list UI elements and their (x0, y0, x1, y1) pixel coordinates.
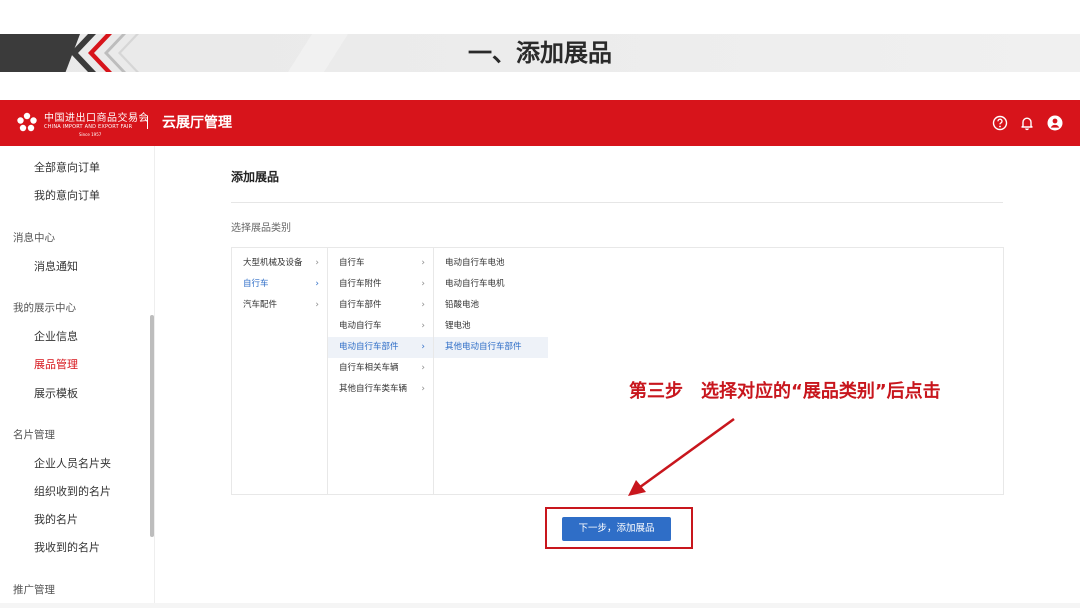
logo-since-text: Since 1957 (79, 132, 102, 137)
chevron-right-icon: › (421, 279, 425, 289)
sidebar-item-all-orders[interactable]: 全部意向订单 (34, 159, 100, 175)
user-icon[interactable] (1047, 115, 1063, 131)
category-option-label: 自行车部件 (339, 300, 382, 310)
category-option[interactable]: 汽车配件 › (232, 295, 327, 316)
category-option-label: 自行车 (339, 258, 365, 268)
bell-icon[interactable] (1019, 115, 1035, 131)
chevron-right-icon: › (421, 342, 425, 352)
sidebar-item-received-cards[interactable]: 我收到的名片 (34, 539, 100, 555)
sidebar-item-templates[interactable]: 展示模板 (34, 385, 78, 401)
category-column-level3: 电动自行车电池 电动自行车电机 铅酸电池 锂电池 其他电动自行车部件 (434, 248, 548, 494)
chevron-right-icon: › (421, 363, 425, 373)
sidebar-item-exhibits[interactable]: 展品管理 (34, 356, 78, 372)
sidebar-item-staff-cards[interactable]: 企业人员名片夹 (34, 455, 111, 471)
annotation-arrow-icon (628, 417, 735, 496)
chevron-right-icon: › (421, 300, 425, 310)
sidebar-group-cards: 名片管理 (13, 429, 55, 441)
slide-title: 一、添加展品 (468, 39, 612, 67)
category-option[interactable]: 铅酸电池 (434, 295, 548, 316)
chevron-right-icon: › (315, 300, 319, 310)
category-option[interactable]: 自行车附件 › (328, 274, 433, 295)
slide-banner: 一、添加展品 (0, 34, 1080, 72)
category-option-label: 汽车配件 (243, 300, 278, 310)
canton-fair-logo-icon (17, 112, 37, 132)
sidebar-item-company-info[interactable]: 企业信息 (34, 328, 78, 344)
category-option[interactable]: 自行车部件 › (328, 295, 433, 316)
app-title: 云展厅管理 (162, 115, 232, 131)
app-header: 中国进出口商品交易会 CHINA IMPORT AND EXPORT FAIR … (0, 100, 1080, 146)
category-option-label: 自行车 (243, 279, 269, 289)
category-option-label: 电动自行车部件 (339, 342, 399, 352)
sidebar-scrollbar[interactable] (150, 315, 154, 537)
help-icon[interactable] (992, 115, 1008, 131)
logo-english-text: CHINA IMPORT AND EXPORT FAIR (44, 124, 133, 130)
category-option[interactable]: 其他自行车类车辆 › (328, 379, 433, 400)
category-option[interactable]: 自行车 › (328, 253, 433, 274)
category-column-level1: 大型机械及设备 › 自行车 › 汽车配件 › (232, 248, 328, 494)
category-option-label: 其他自行车类车辆 (339, 384, 408, 394)
sidebar-group-promotion: 推广管理 (13, 584, 55, 596)
chevron-right-icon: › (421, 321, 425, 331)
category-option[interactable]: 锂电池 (434, 316, 548, 337)
category-cascader: 大型机械及设备 › 自行车 › 汽车配件 › 自行车 › 自行车附件 › 自行车部件 › 电… (231, 247, 1004, 495)
category-option-label: 自行车相关车辆 (339, 363, 399, 373)
chevron-right-icon: › (421, 258, 425, 268)
category-option[interactable]: 电动自行车电机 (434, 274, 548, 295)
category-label: 选择展品类别 (231, 223, 291, 234)
title-divider (231, 202, 1003, 203)
category-option[interactable]: 自行车相关车辆 › (328, 358, 433, 379)
step-annotation: 第三步 选择对应的“展品类别”后点击 (629, 381, 941, 402)
sidebar-group-showcase: 我的展示中心 (13, 302, 76, 314)
sidebar-item-org-received-cards[interactable]: 组织收到的名片 (34, 483, 111, 499)
category-option[interactable]: 电动自行车电池 (434, 253, 548, 274)
header-separator (147, 116, 148, 129)
chevron-right-icon: › (315, 258, 319, 268)
bottom-strip (0, 603, 1080, 608)
sidebar-item-notifications[interactable]: 消息通知 (34, 258, 78, 274)
category-option-label: 大型机械及设备 (243, 258, 303, 268)
chevron-right-icon: › (421, 384, 425, 394)
category-option[interactable]: 电动自行车部件 › (328, 337, 433, 358)
sidebar-item-my-card[interactable]: 我的名片 (34, 511, 78, 527)
category-option-label: 电动自行车 (339, 321, 382, 331)
next-add-exhibit-button[interactable]: 下一步，添加展品 (562, 517, 671, 541)
category-option[interactable]: 电动自行车 › (328, 316, 433, 337)
sidebar-item-my-orders[interactable]: 我的意向订单 (34, 187, 100, 203)
category-option[interactable]: 自行车 › (232, 274, 327, 295)
page-title: 添加展品 (231, 170, 280, 184)
category-option[interactable]: 大型机械及设备 › (232, 253, 327, 274)
category-option[interactable]: 其他电动自行车部件 (434, 337, 548, 358)
chevron-right-icon: › (315, 279, 319, 289)
sidebar-group-messages: 消息中心 (13, 232, 55, 244)
logo-chinese-text: 中国进出口商品交易会 (44, 113, 149, 124)
category-column-level2: 自行车 › 自行车附件 › 自行车部件 › 电动自行车 › 电动自行车部件 › 自行车相关… (328, 248, 434, 494)
category-option-label: 自行车附件 (339, 279, 382, 289)
